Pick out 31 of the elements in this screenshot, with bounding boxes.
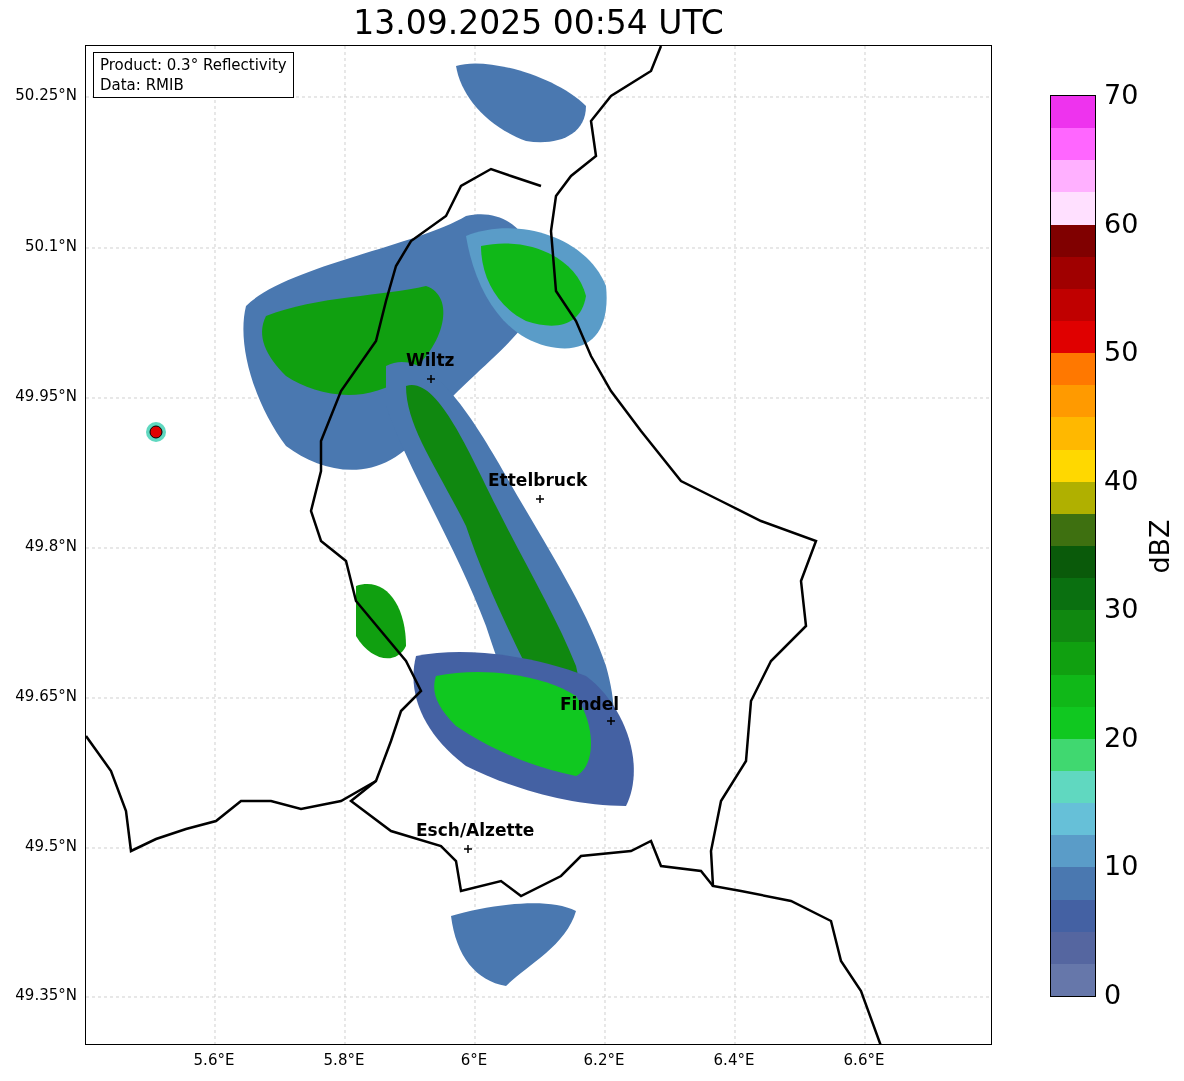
longitude-tick-label: 5.6°E xyxy=(193,1053,235,1068)
city-marker-icon xyxy=(607,717,615,725)
colorbar-tick-label: 50 xyxy=(1104,338,1139,366)
longitude-tick-label: 5.8°E xyxy=(323,1053,365,1068)
latitude-tick-label: 50.25°N xyxy=(15,88,77,103)
latitude-tick-label: 49.95°N xyxy=(15,389,77,404)
city-marker-icon xyxy=(427,375,435,383)
colorbar-tick-label: 10 xyxy=(1104,852,1139,880)
longitude-tick-label: 6.6°E xyxy=(843,1053,885,1068)
info-text: Data: RMIB xyxy=(100,75,185,95)
colorbar-tick-label: 20 xyxy=(1104,723,1139,751)
city-marker-icon xyxy=(464,845,472,853)
colorbar-tick-label: 60 xyxy=(1104,209,1139,237)
chart-title: 13.09.2025 00:54 UTC xyxy=(353,6,724,39)
city-marker-icon xyxy=(536,495,544,503)
city-label: Esch/Alzette xyxy=(416,822,535,839)
colorbar-tick-label: 40 xyxy=(1104,466,1139,494)
latitude-tick-label: 49.8°N xyxy=(24,539,77,554)
latitude-tick-label: 49.5°N xyxy=(24,839,77,854)
colorbar-label: dBZ xyxy=(1145,518,1173,574)
longitude-tick-label: 6.2°E xyxy=(583,1053,625,1068)
colorbar-tick-label: 30 xyxy=(1104,595,1139,623)
latitude-tick-label: 49.65°N xyxy=(15,689,77,704)
info-text: Product: 0.3° Reflectivity xyxy=(100,55,287,75)
latitude-tick-label: 49.35°N xyxy=(15,988,77,1003)
longitude-tick-label: 6.4°E xyxy=(713,1053,755,1068)
latitude-tick-label: 50.1°N xyxy=(24,239,77,254)
colorbar-tick-label: 70 xyxy=(1104,81,1139,108)
radar-site-icon xyxy=(145,421,167,443)
colorbar-tick-label: 0 xyxy=(1104,981,1122,1008)
longitude-tick-label: 6°E xyxy=(460,1053,488,1068)
